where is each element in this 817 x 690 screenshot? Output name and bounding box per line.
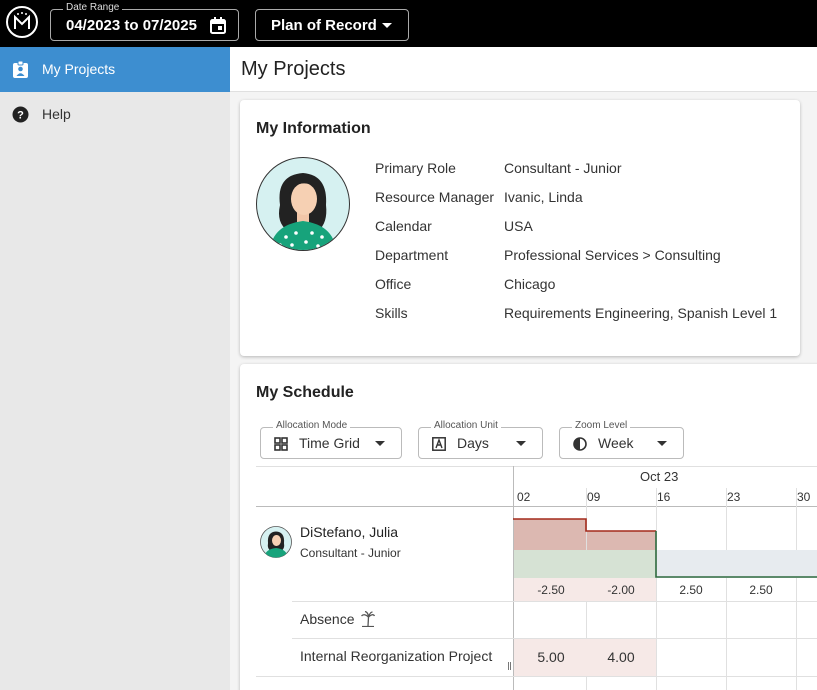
info-value-calendar: USA [504, 218, 533, 234]
row-label-absence[interactable]: Absence [300, 611, 354, 627]
info-value-department: Professional Services > Consulting [504, 247, 721, 263]
page-title: My Projects [241, 58, 346, 80]
sidebar: My Projects ? Help [0, 47, 230, 690]
info-label-resource-manager: Resource Manager [375, 189, 495, 205]
plan-value: Plan of Record [271, 17, 377, 34]
info-value-primary-role: Consultant - Junior [504, 160, 622, 176]
resize-handle[interactable] [508, 662, 511, 670]
badge-icon [13, 61, 28, 78]
info-value-office: Chicago [504, 276, 556, 292]
week-label: 02 [517, 490, 531, 504]
allocation-unit-legend: Allocation Unit [431, 420, 501, 431]
date-range-value: 04/2023 to 07/2025 [66, 17, 197, 34]
allocation-cell[interactable]: 4.00 [586, 649, 656, 665]
capacity-line [513, 518, 817, 578]
availability-value: -2.50 [537, 583, 565, 597]
palm-tree-icon [361, 611, 375, 627]
week-label: 30 [797, 490, 811, 504]
main-header: My Projects [230, 47, 817, 92]
card-title: My Information [256, 120, 371, 137]
allocation-mode-value: Time Grid [299, 435, 360, 451]
sidebar-item-help[interactable]: ? Help [0, 92, 230, 137]
sidebar-item-label: Help [42, 106, 71, 122]
avatar [256, 157, 350, 251]
half-circle-icon [573, 437, 587, 451]
info-label-office: Office [375, 276, 412, 292]
info-label-primary-role: Primary Role [375, 160, 456, 176]
info-value-skills: Requirements Engineering, Spanish Level … [504, 305, 778, 321]
person-name[interactable]: DiStefano, Julia [300, 524, 398, 540]
zoom-level-select[interactable]: Zoom Level Week [559, 420, 684, 459]
allocation-cell[interactable]: 5.00 [516, 649, 586, 665]
week-label: 09 [587, 490, 601, 504]
chevron-down-icon [382, 23, 392, 28]
svg-text:?: ? [17, 110, 24, 122]
chevron-down-icon [516, 441, 526, 446]
week-label: 16 [657, 490, 671, 504]
chevron-down-icon [657, 441, 667, 446]
availability-value: 2.50 [679, 583, 703, 597]
month-label: Oct 23 [640, 469, 679, 484]
info-label-calendar: Calendar [375, 218, 432, 234]
my-information-card: My Information Primary Role Consultant -… [240, 100, 800, 356]
allocation-unit-select[interactable]: Allocation Unit Days [418, 420, 543, 459]
zoom-level-legend: Zoom Level [572, 420, 631, 431]
row-divider [513, 601, 817, 602]
allocation-mode-legend: Allocation Mode [273, 420, 351, 431]
chevron-down-icon [375, 441, 385, 446]
help-circle-icon: ? [12, 106, 29, 123]
person-role: Consultant - Junior [300, 546, 401, 560]
availability-value: 2.50 [749, 583, 773, 597]
date-range-picker[interactable]: Date Range 04/2023 to 07/2025 [50, 2, 239, 41]
info-label-skills: Skills [375, 305, 408, 321]
grid-icon [274, 437, 288, 451]
allocation-mode-select[interactable]: Allocation Mode Time Grid [260, 420, 402, 459]
my-schedule-card: My Schedule Allocation Mode Time Grid Al… [240, 364, 817, 690]
availability-value: -2.00 [607, 583, 635, 597]
allocation-unit-value: Days [457, 435, 489, 451]
grid-left-header-divider [256, 506, 513, 507]
sidebar-item-my-projects[interactable]: My Projects [0, 47, 230, 92]
info-label-department: Department [375, 247, 449, 263]
zoom-level-value: Week [598, 435, 634, 451]
sidebar-item-label: My Projects [42, 61, 116, 77]
avatar [260, 526, 292, 558]
plan-selector[interactable]: Plan of Record [255, 9, 409, 41]
row-divider [292, 601, 513, 602]
grid-top-divider [256, 466, 817, 467]
week-label: 23 [727, 490, 741, 504]
card-title: My Schedule [256, 384, 354, 401]
info-value-resource-manager: Ivanic, Linda [504, 189, 583, 205]
calendar-icon[interactable] [210, 17, 226, 34]
row-divider [256, 676, 817, 677]
grid-header-divider [513, 506, 817, 507]
date-range-legend: Date Range [63, 2, 123, 13]
m-logo-icon[interactable] [6, 6, 38, 38]
letter-a-icon [432, 437, 446, 451]
row-label-project[interactable]: Internal Reorganization Project [300, 648, 492, 664]
top-bar: Date Range 04/2023 to 07/2025 Plan of Re… [0, 0, 817, 47]
